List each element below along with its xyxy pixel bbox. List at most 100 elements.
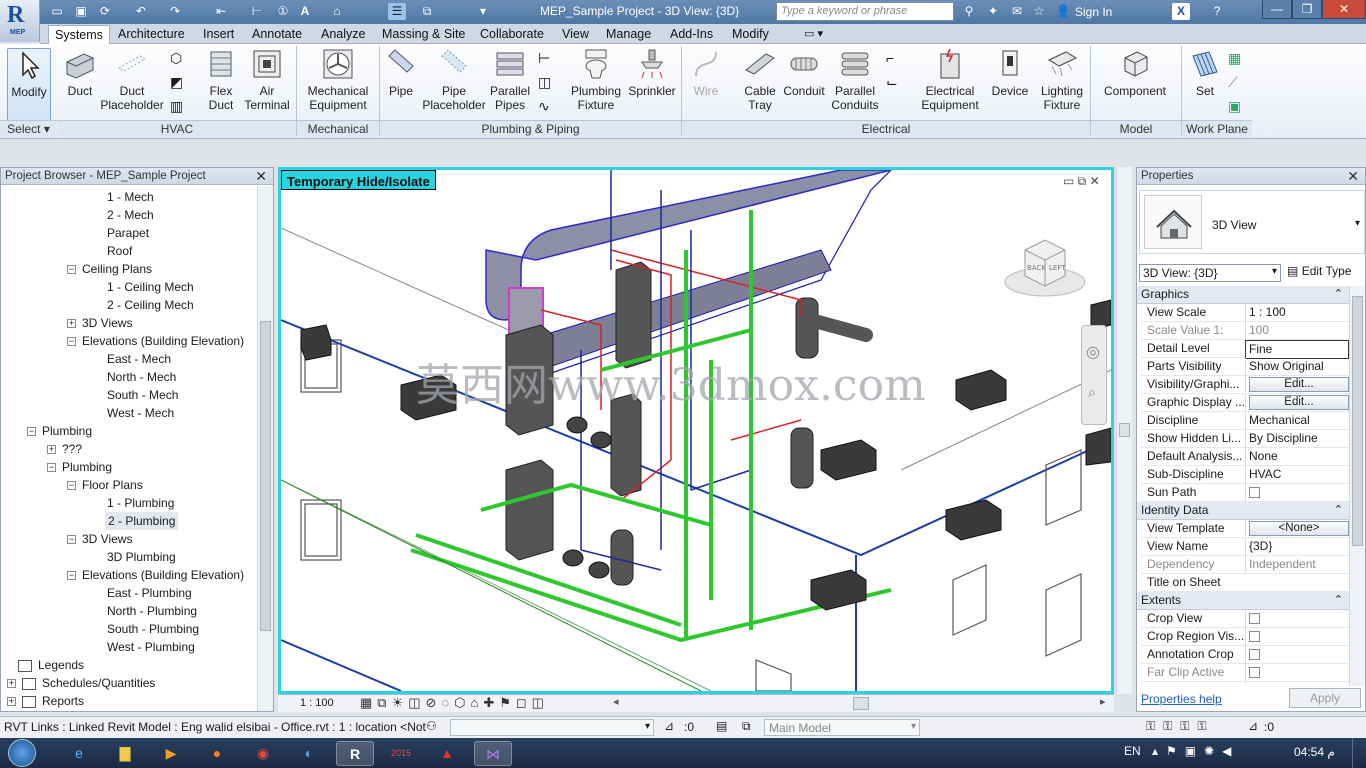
view-template-button[interactable]: <None> [1249, 521, 1349, 536]
scroll-right-icon[interactable]: ▸ [1100, 695, 1106, 708]
crop-region-visible-checkbox[interactable] [1249, 631, 1260, 642]
firefox-icon[interactable]: ● [198, 741, 236, 766]
user-icon[interactable]: 👤 [1054, 3, 1072, 20]
prop-row[interactable]: View Template <None> [1141, 520, 1349, 538]
tree-item[interactable]: South - Mech [107, 386, 178, 404]
tree-item[interactable]: North - Mech [107, 368, 176, 386]
exchange-icon[interactable]: X [1172, 3, 1190, 20]
minimize-button[interactable]: — [1262, 0, 1292, 19]
prop-row[interactable]: Graphic Display ... Edit... [1141, 394, 1349, 412]
communication-icon[interactable]: ✉ [1008, 3, 1026, 20]
text-icon[interactable]: A [296, 3, 314, 20]
prop-row[interactable]: Discipline Mechanical [1141, 412, 1349, 430]
instance-selector[interactable]: 3D View: {3D} ▾ [1139, 264, 1281, 282]
workset-dropdown[interactable]: ▾ [450, 719, 654, 736]
duct-placeholder-button[interactable]: Duct Placeholder [100, 48, 164, 122]
tag-icon[interactable]: ① [274, 3, 292, 20]
filter-icon[interactable]: ⊿ [1248, 719, 1258, 733]
sun-path-checkbox[interactable] [1249, 487, 1260, 498]
tab-architecture[interactable]: Architecture [112, 25, 191, 44]
graphic-display-edit-button[interactable]: Edit... [1249, 395, 1349, 410]
tab-insert[interactable]: Insert [197, 25, 240, 44]
vg-edit-button[interactable]: Edit... [1249, 377, 1349, 392]
app-icon[interactable]: ◐ [290, 741, 328, 766]
tree-node[interactable]: − Ceiling Plans [67, 260, 152, 278]
collapse-icon[interactable]: − [67, 265, 76, 275]
expand-icon[interactable]: + [7, 679, 16, 689]
tree-item[interactable]: Roof [107, 242, 132, 260]
scroll-thumb[interactable] [1119, 423, 1130, 437]
prop-row[interactable]: View Scale 1 : 100 [1141, 304, 1349, 322]
tab-manage[interactable]: Manage [600, 25, 657, 44]
clock[interactable]: 04:54 م [1294, 745, 1335, 759]
expand-icon[interactable]: + [67, 319, 76, 329]
convert-to-flex-icon[interactable]: ▥ [170, 98, 183, 115]
show-desktop-button[interactable] [1352, 738, 1366, 768]
selection-toggle-icons[interactable]: ⚿⚿⚿⚿ [1146, 719, 1215, 734]
prop-row[interactable]: Visibility/Graphi... Edit... [1141, 376, 1349, 394]
show-work-plane-icon[interactable]: ▦ [1228, 50, 1241, 67]
tree-item[interactable]: 1 - Ceiling Mech [107, 278, 194, 296]
prop-value[interactable]: 1 : 100 [1245, 304, 1349, 321]
search-input[interactable]: Type a keyword or phrase [776, 2, 954, 21]
group-identity[interactable]: Identity Data ⌃ [1137, 502, 1349, 520]
3d-view-icon[interactable]: ⌂ [328, 3, 346, 20]
application-menu-button[interactable]: R MEP [0, 0, 40, 42]
tab-collaborate[interactable]: Collaborate [474, 25, 550, 44]
editable-only-icon[interactable]: ▤ [716, 719, 727, 733]
qat-menu-icon[interactable]: ▾ [474, 3, 492, 20]
tree-item[interactable]: 2 - Mech [107, 206, 154, 224]
autocad-icon[interactable]: ▲ [428, 741, 466, 766]
visual-studio-icon[interactable]: ⋈ [474, 741, 512, 766]
open-icon[interactable]: ▭ [48, 3, 66, 20]
undo-icon[interactable]: ↶ [132, 3, 150, 20]
tab-massing-site[interactable]: Massing & Site [376, 25, 471, 44]
tree-node[interactable]: + Reports [7, 692, 84, 710]
thin-lines-icon[interactable]: ⧉ [418, 3, 436, 20]
close-icon[interactable]: ✕ [255, 168, 267, 185]
collapse-icon[interactable]: ⌃ [1334, 592, 1343, 609]
pipe-placeholder-button[interactable]: Pipe Placeholder [422, 48, 486, 122]
design-option-dropdown[interactable]: Main Model ▾ [764, 719, 920, 736]
viewer-icon[interactable]: ▣ [1228, 98, 1241, 115]
dimension-icon[interactable]: ⊢ [248, 3, 266, 20]
tree-item[interactable]: West - Mech [107, 404, 174, 422]
mep-model-drawing[interactable]: 莫西网www.3dmox.com [281, 170, 1111, 691]
sync-icon[interactable]: ⟳ [96, 3, 114, 20]
sprinkler-button[interactable]: Sprinkler [626, 48, 678, 122]
lighting-fixture-button[interactable]: Lighting Fixture [1036, 48, 1088, 122]
flex-pipe-icon[interactable]: ∿ [538, 98, 550, 115]
duct-fitting-icon[interactable]: ⬡ [170, 50, 182, 67]
detail-level-field[interactable]: Fine [1245, 340, 1349, 359]
tree-node[interactable]: + Schedules/Quantities [7, 674, 155, 692]
collapse-icon[interactable]: − [47, 463, 56, 473]
maximize-button[interactable]: ❐ [1292, 0, 1322, 19]
collapse-icon[interactable]: ⌃ [1334, 502, 1343, 519]
view-scale-label[interactable]: 1 : 100 [300, 697, 334, 709]
prop-row[interactable]: Default Analysis... None [1141, 448, 1349, 466]
conduit-fitting-icon[interactable]: ⌙ [886, 74, 898, 91]
cable-tray-button[interactable]: Cable Tray [738, 48, 782, 122]
tab-add-ins[interactable]: Add-Ins [664, 25, 719, 44]
prop-row[interactable]: Annotation Crop [1141, 646, 1349, 665]
collapse-icon[interactable]: − [67, 481, 76, 491]
prop-row[interactable]: Title on Sheet [1141, 574, 1349, 592]
scroll-thumb[interactable] [1352, 296, 1363, 546]
binoculars-icon[interactable]: ⚲ [960, 3, 978, 20]
chevron-down-icon[interactable]: ▾ [1355, 218, 1360, 229]
worksets-icon[interactable]: ⚇ [426, 719, 437, 733]
pipe-button[interactable]: Pipe [384, 48, 418, 122]
prop-row[interactable]: Detail Level Fine [1141, 340, 1349, 359]
chevron-down-icon[interactable]: ▾ [1272, 266, 1277, 277]
pipe-accessory-icon[interactable]: ◫ [538, 74, 551, 91]
favorites-icon[interactable]: ☆ [1030, 3, 1048, 20]
duct-button[interactable]: Duct [62, 48, 98, 122]
wire-button[interactable]: Wire [686, 48, 726, 122]
collapse-icon[interactable]: − [67, 337, 76, 347]
file-explorer-icon[interactable]: ▇ [106, 741, 144, 766]
prop-value[interactable]: None [1245, 448, 1349, 465]
tree-item[interactable]: North - Plumbing [107, 602, 197, 620]
tree-item[interactable]: 1 - Mech [107, 188, 154, 206]
save-icon[interactable]: ▣ [72, 3, 90, 20]
sign-in-link[interactable]: Sign In [1075, 5, 1112, 19]
